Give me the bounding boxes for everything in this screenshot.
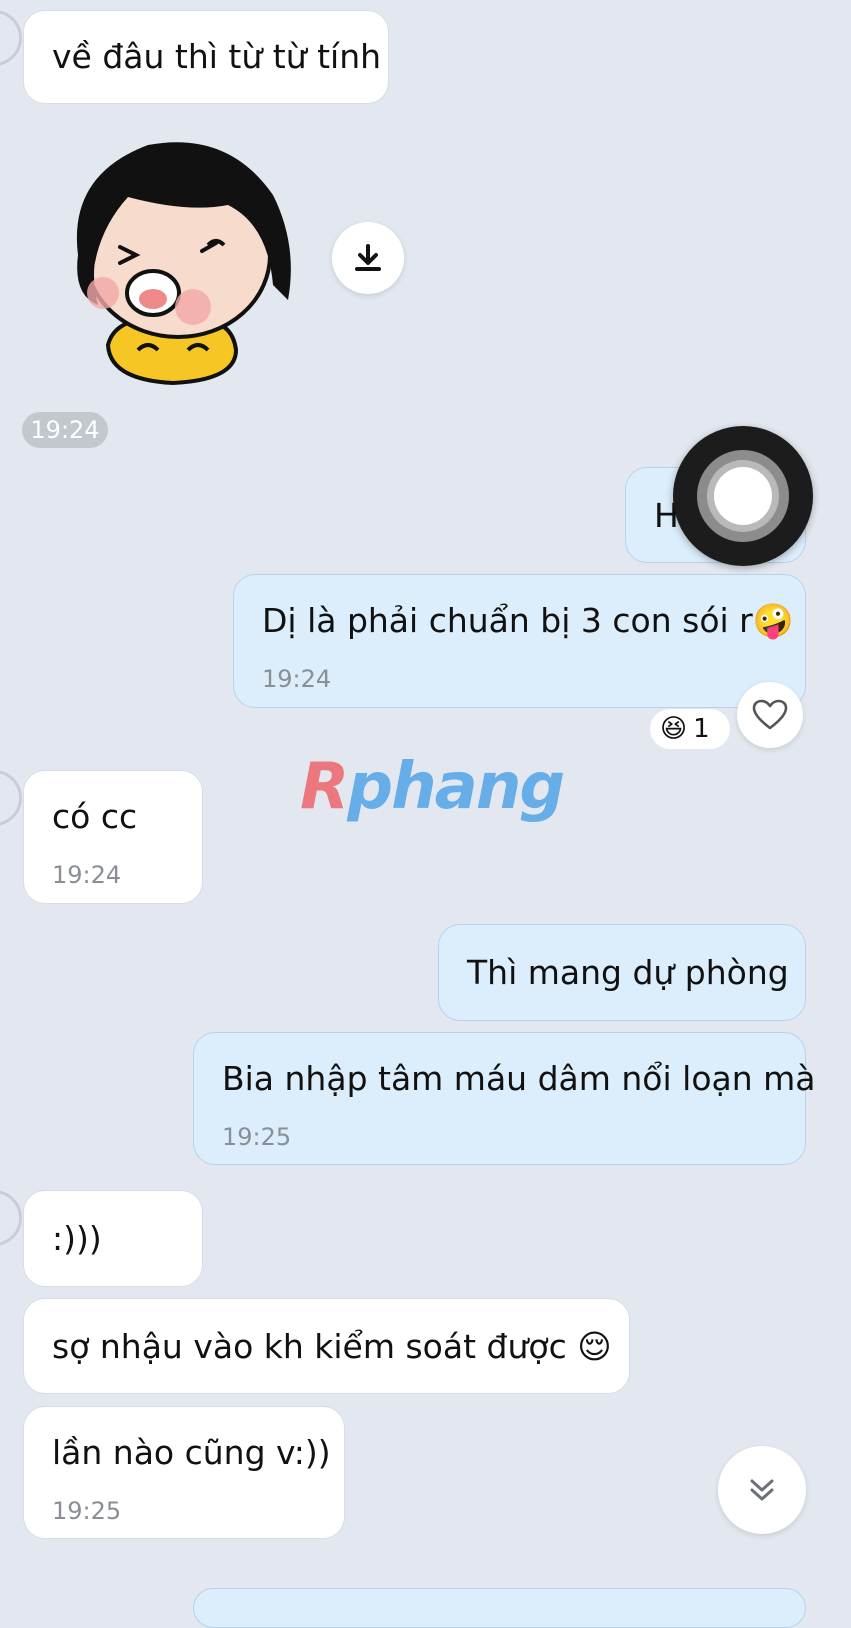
message-time: 19:25 (222, 1123, 292, 1151)
incoming-message[interactable]: có cc 19:24 (23, 770, 203, 904)
assistive-touch-icon (697, 450, 789, 542)
message-text: :))) (52, 1219, 102, 1258)
sender-avatar[interactable] (0, 770, 22, 826)
outgoing-message[interactable] (193, 1588, 806, 1628)
sender-avatar[interactable] (0, 1190, 22, 1246)
girl-sticker-icon (76, 142, 291, 386)
outgoing-message[interactable]: Dị là phải chuẩn bị 3 con sói r🤪 19:24 (233, 574, 806, 708)
reaction-emoji: 😆 (660, 714, 688, 744)
sticker-image[interactable] (58, 135, 308, 386)
message-time: 19:24 (262, 665, 332, 693)
emoji: 😌 (577, 1327, 612, 1366)
outgoing-message[interactable]: Bia nhập tâm máu dâm nổi loạn mà 19:25 (193, 1032, 816, 1165)
incoming-message[interactable]: lần nào cũng v:)) 19:25 (23, 1406, 345, 1539)
sticker-timestamp: 19:24 (22, 412, 108, 448)
reaction-summary[interactable]: 😆 1 (650, 709, 730, 749)
watermark-logo: Rphang (300, 750, 565, 824)
message-text: Bia nhập tâm máu dâm nổi loạn mà (222, 1059, 816, 1098)
message-text: sợ nhậu vào kh kiểm soát được 😌 (52, 1327, 612, 1366)
incoming-message[interactable]: :))) (23, 1190, 203, 1287)
message-text: có cc (52, 797, 138, 836)
message-text: Thì mang dự phòng (467, 953, 789, 992)
download-icon (355, 244, 381, 271)
message-text: Dị là phải chuẩn bị 3 con sói r🤪 (262, 601, 794, 640)
message-text: về đâu thì từ từ tính (52, 37, 382, 76)
heart-icon (752, 699, 788, 730)
outgoing-message[interactable]: Thì mang dự phòng (438, 924, 806, 1021)
message-time: 19:24 (52, 861, 122, 889)
assistive-touch-button[interactable] (673, 426, 813, 566)
message-time: 19:25 (52, 1497, 122, 1525)
incoming-message[interactable]: về đâu thì từ từ tính (23, 10, 389, 104)
chevron-double-down-icon (750, 1479, 774, 1501)
react-button[interactable] (737, 682, 803, 748)
emoji: 🤪 (752, 601, 794, 640)
download-button[interactable] (332, 222, 404, 294)
message-text: lần nào cũng v:)) (52, 1433, 331, 1472)
scroll-to-bottom-button[interactable] (718, 1446, 806, 1534)
reaction-count: 1 (693, 714, 710, 744)
incoming-message[interactable]: sợ nhậu vào kh kiểm soát được 😌 (23, 1298, 630, 1394)
sender-avatar[interactable] (0, 10, 22, 66)
